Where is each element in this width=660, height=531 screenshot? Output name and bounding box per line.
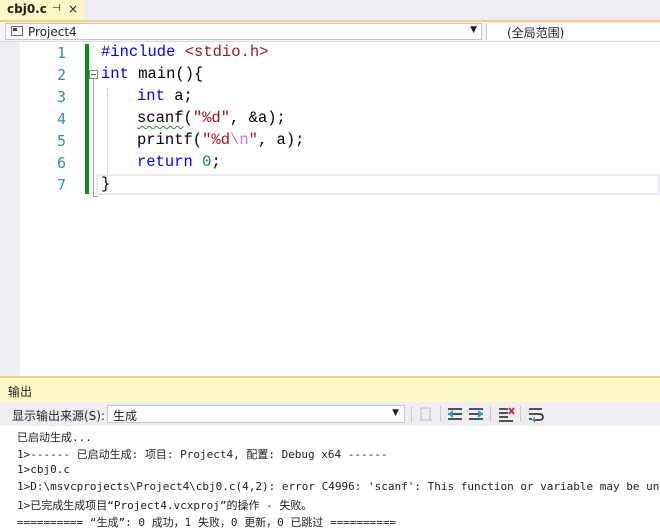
preprocessor-directive: #include xyxy=(101,43,176,61)
scope-dropdown-value: (全局范围) xyxy=(507,26,565,40)
pin-icon[interactable]: ⊣ xyxy=(52,3,61,15)
project-dropdown-value: Project4 xyxy=(28,25,77,39)
navigation-bar: Project4 ▼ (全局范围) xyxy=(0,22,660,42)
find-message-icon[interactable] xyxy=(416,405,436,423)
code-rest xyxy=(193,153,202,171)
output-panel-title: 输出 xyxy=(8,385,33,399)
document-tab-strip: cbj0.c ⊣ × xyxy=(0,0,660,20)
code-line[interactable]: 6 return 0; xyxy=(0,152,660,174)
code-text: scanf("%d", &a); xyxy=(137,109,286,127)
output-line: 已启动生成... xyxy=(17,431,92,444)
output-source-dropdown[interactable]: 生成 ▼ xyxy=(107,405,405,423)
code-rest: a; xyxy=(164,87,193,105)
code-rest: , a); xyxy=(257,131,305,149)
output-source-value: 生成 xyxy=(113,409,138,423)
clear-all-icon[interactable] xyxy=(496,405,516,423)
toolbar-separator xyxy=(440,406,441,422)
code-text: int a; xyxy=(137,87,193,105)
output-line: ========== “生成”: 0 成功，1 失败，0 更新，0 已跳过 ==… xyxy=(17,516,397,529)
code-rest: ( xyxy=(183,109,193,127)
output-toolbar: 显示输出来源(S): 生成 ▼ xyxy=(0,402,660,426)
output-panel-header[interactable]: 输出 xyxy=(0,376,660,402)
close-icon[interactable]: × xyxy=(68,2,78,16)
line-number: 2 xyxy=(56,66,66,84)
output-text-area[interactable]: 已启动生成... 1>------ 已启动生成: 项目: Project4, 配… xyxy=(0,426,660,531)
output-line: 1>已完成生成项目“Project4.vcxproj”的操作 - 失败。 xyxy=(17,499,313,512)
code-line[interactable]: 2 int main(){ xyxy=(0,64,660,86)
include-path: <stdio.h> xyxy=(175,43,269,61)
chevron-down-icon: ▼ xyxy=(470,25,477,35)
toolbar-separator xyxy=(520,406,521,422)
code-line[interactable]: 7 } xyxy=(0,174,660,196)
code-text: return 0; xyxy=(137,153,221,171)
toolbar-separator xyxy=(490,406,491,422)
fold-guide-end xyxy=(93,196,98,197)
code-rest: , &a); xyxy=(230,109,286,127)
line-number: 7 xyxy=(56,176,66,194)
scope-dropdown[interactable]: (全局范围) xyxy=(486,23,660,40)
go-to-next-message-icon[interactable] xyxy=(466,405,486,423)
keyword: return xyxy=(137,153,193,171)
line-number: 6 xyxy=(56,154,66,172)
function-call: printf( xyxy=(137,131,203,149)
string-literal: " xyxy=(248,131,258,149)
output-line: 1>D:\msvcprojects\Project4\cbj0.c(4,2): … xyxy=(17,480,660,493)
code-text: int main(){ xyxy=(101,65,203,83)
string-literal: "%d xyxy=(202,131,231,149)
keyword: int xyxy=(137,87,165,105)
escape-sequence: \n xyxy=(230,131,249,149)
project-dropdown[interactable]: Project4 ▼ xyxy=(5,23,482,40)
toggle-word-wrap-icon[interactable] xyxy=(526,405,546,423)
code-text: } xyxy=(101,175,111,193)
code-editor[interactable]: 1 #include <stdio.h> 2 int main(){ 3 int… xyxy=(0,42,660,376)
chevron-down-icon: ▼ xyxy=(392,408,399,418)
go-to-previous-message-icon[interactable] xyxy=(445,405,465,423)
code-line[interactable]: 3 int a; xyxy=(0,86,660,108)
project-icon xyxy=(11,26,23,36)
output-line: 1>cbj0.c xyxy=(17,463,70,476)
code-line[interactable]: 5 printf("%d\n", a); xyxy=(0,130,660,152)
string-literal: "%d" xyxy=(192,109,231,127)
line-number: 3 xyxy=(56,88,66,106)
toolbar-separator xyxy=(411,406,412,422)
code-rest: main(){ xyxy=(128,65,204,83)
code-rest: ; xyxy=(211,153,221,171)
document-tab-cbj0[interactable]: cbj0.c ⊣ × xyxy=(0,0,84,20)
line-number: 1 xyxy=(56,44,66,62)
code-text: printf("%d\n", a); xyxy=(137,131,304,149)
output-source-label: 显示输出来源(S): xyxy=(12,409,106,423)
code-line[interactable]: 1 #include <stdio.h> xyxy=(0,42,660,64)
code-text: #include <stdio.h> xyxy=(101,43,268,61)
keyword: int xyxy=(101,65,129,83)
document-tab-title: cbj0.c xyxy=(7,2,47,16)
line-number: 4 xyxy=(56,110,66,128)
code-line[interactable]: 4 scanf("%d", &a); xyxy=(0,108,660,130)
line-number: 5 xyxy=(56,132,66,150)
warning-squiggle[interactable]: scanf xyxy=(137,109,184,127)
output-line: 1>------ 已启动生成: 项目: Project4, 配置: Debug … xyxy=(17,448,388,461)
